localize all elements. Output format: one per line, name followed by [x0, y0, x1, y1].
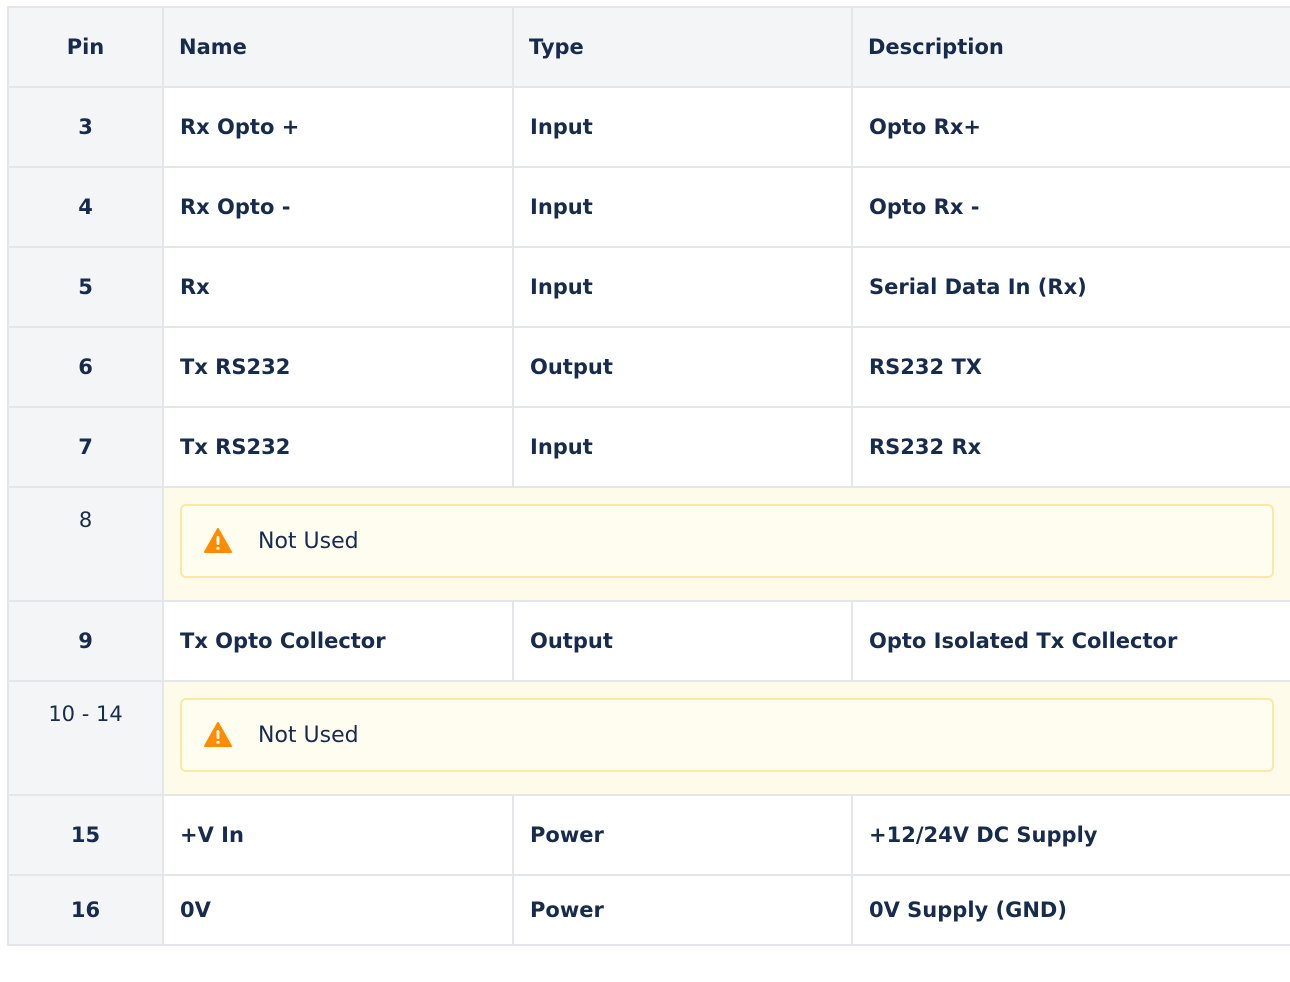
pin-cell: 9 — [7, 600, 164, 682]
type-cell: Input — [512, 406, 853, 488]
warning-panel: Not Used — [180, 698, 1274, 772]
pin-cell: 3 — [7, 86, 164, 168]
pin-cell: 5 — [7, 246, 164, 328]
note-cell: Not Used — [162, 680, 1290, 796]
note-text: Not Used — [258, 722, 359, 748]
table-row: 5 Rx Input Serial Data In (Rx) — [7, 246, 1290, 328]
type-cell: Input — [512, 166, 853, 248]
header-type: Type — [512, 6, 853, 88]
table-row: 6 Tx RS232 Output RS232 TX — [7, 326, 1290, 408]
pin-cell: 6 — [7, 326, 164, 408]
name-cell: Rx Opto + — [162, 86, 514, 168]
header-description: Description — [851, 6, 1290, 88]
description-cell: Opto Isolated Tx Collector — [851, 600, 1290, 682]
warning-panel: Not Used — [180, 504, 1274, 578]
type-cell: Output — [512, 326, 853, 408]
name-cell: +V In — [162, 794, 514, 876]
pin-cell: 7 — [7, 406, 164, 488]
header-name: Name — [162, 6, 514, 88]
table-header-row: Pin Name Type Description — [7, 6, 1290, 88]
name-cell: Rx — [162, 246, 514, 328]
pin-cell: 10 - 14 — [7, 680, 164, 796]
table-row: 3 Rx Opto + Input Opto Rx+ — [7, 86, 1290, 168]
warning-icon — [204, 722, 232, 747]
warning-icon — [204, 528, 232, 553]
pin-cell: 16 — [7, 874, 164, 946]
type-cell: Power — [512, 874, 853, 946]
table-row-note: 10 - 14 Not Used — [7, 680, 1290, 796]
type-cell: Input — [512, 86, 853, 168]
type-cell: Input — [512, 246, 853, 328]
pin-cell: 15 — [7, 794, 164, 876]
description-cell: RS232 TX — [851, 326, 1290, 408]
table-row: 16 0V Power 0V Supply (GND) — [7, 874, 1290, 946]
table-row: 4 Rx Opto - Input Opto Rx - — [7, 166, 1290, 248]
type-cell: Power — [512, 794, 853, 876]
type-cell: Output — [512, 600, 853, 682]
pin-cell: 4 — [7, 166, 164, 248]
note-text: Not Used — [258, 528, 359, 554]
description-cell: RS232 Rx — [851, 406, 1290, 488]
description-cell: +12/24V DC Supply — [851, 794, 1290, 876]
name-cell: Tx Opto Collector — [162, 600, 514, 682]
description-cell: 0V Supply (GND) — [851, 874, 1290, 946]
name-cell: Tx RS232 — [162, 326, 514, 408]
table-row: 9 Tx Opto Collector Output Opto Isolated… — [7, 600, 1290, 682]
pin-cell: 8 — [7, 486, 164, 602]
description-cell: Opto Rx - — [851, 166, 1290, 248]
table-row: 15 +V In Power +12/24V DC Supply — [7, 794, 1290, 876]
header-pin: Pin — [7, 6, 164, 88]
name-cell: Rx Opto - — [162, 166, 514, 248]
name-cell: Tx RS232 — [162, 406, 514, 488]
name-cell: 0V — [162, 874, 514, 946]
description-cell: Serial Data In (Rx) — [851, 246, 1290, 328]
table-row: 7 Tx RS232 Input RS232 Rx — [7, 406, 1290, 488]
table-row-note: 8 Not Used — [7, 486, 1290, 602]
description-cell: Opto Rx+ — [851, 86, 1290, 168]
note-cell: Not Used — [162, 486, 1290, 602]
pinout-table: Pin Name Type Description 3 Rx Opto + In… — [7, 6, 1290, 946]
